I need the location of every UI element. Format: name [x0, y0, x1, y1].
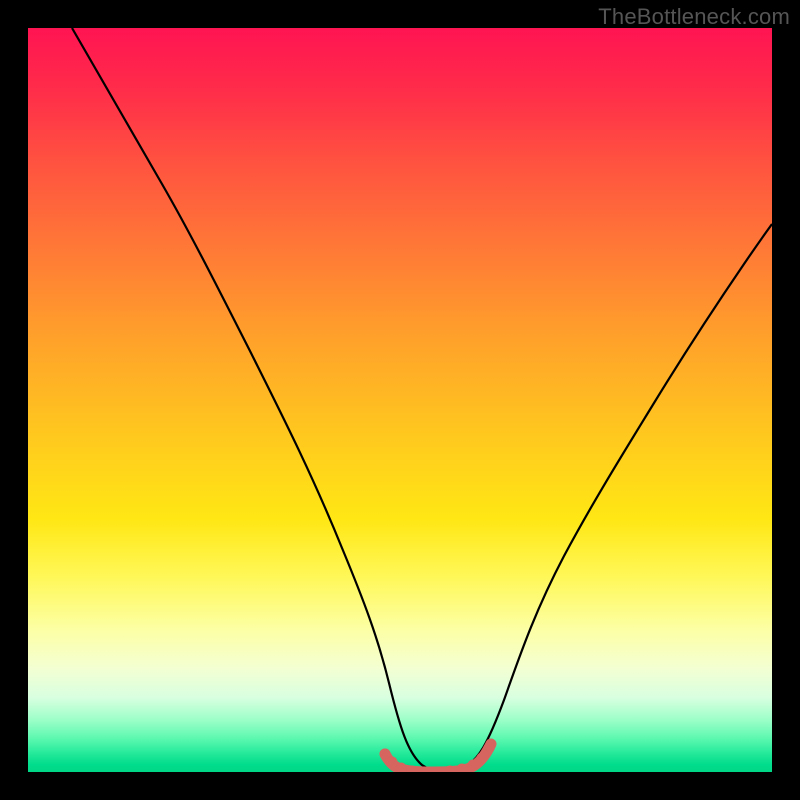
- watermark-text: TheBottleneck.com: [598, 4, 790, 30]
- optimal-marker-dots: [380, 743, 495, 773]
- curve-layer: [28, 28, 772, 772]
- bottleneck-curve: [72, 28, 772, 771]
- chart-frame: TheBottleneck.com: [0, 0, 800, 800]
- plot-area: [28, 28, 772, 772]
